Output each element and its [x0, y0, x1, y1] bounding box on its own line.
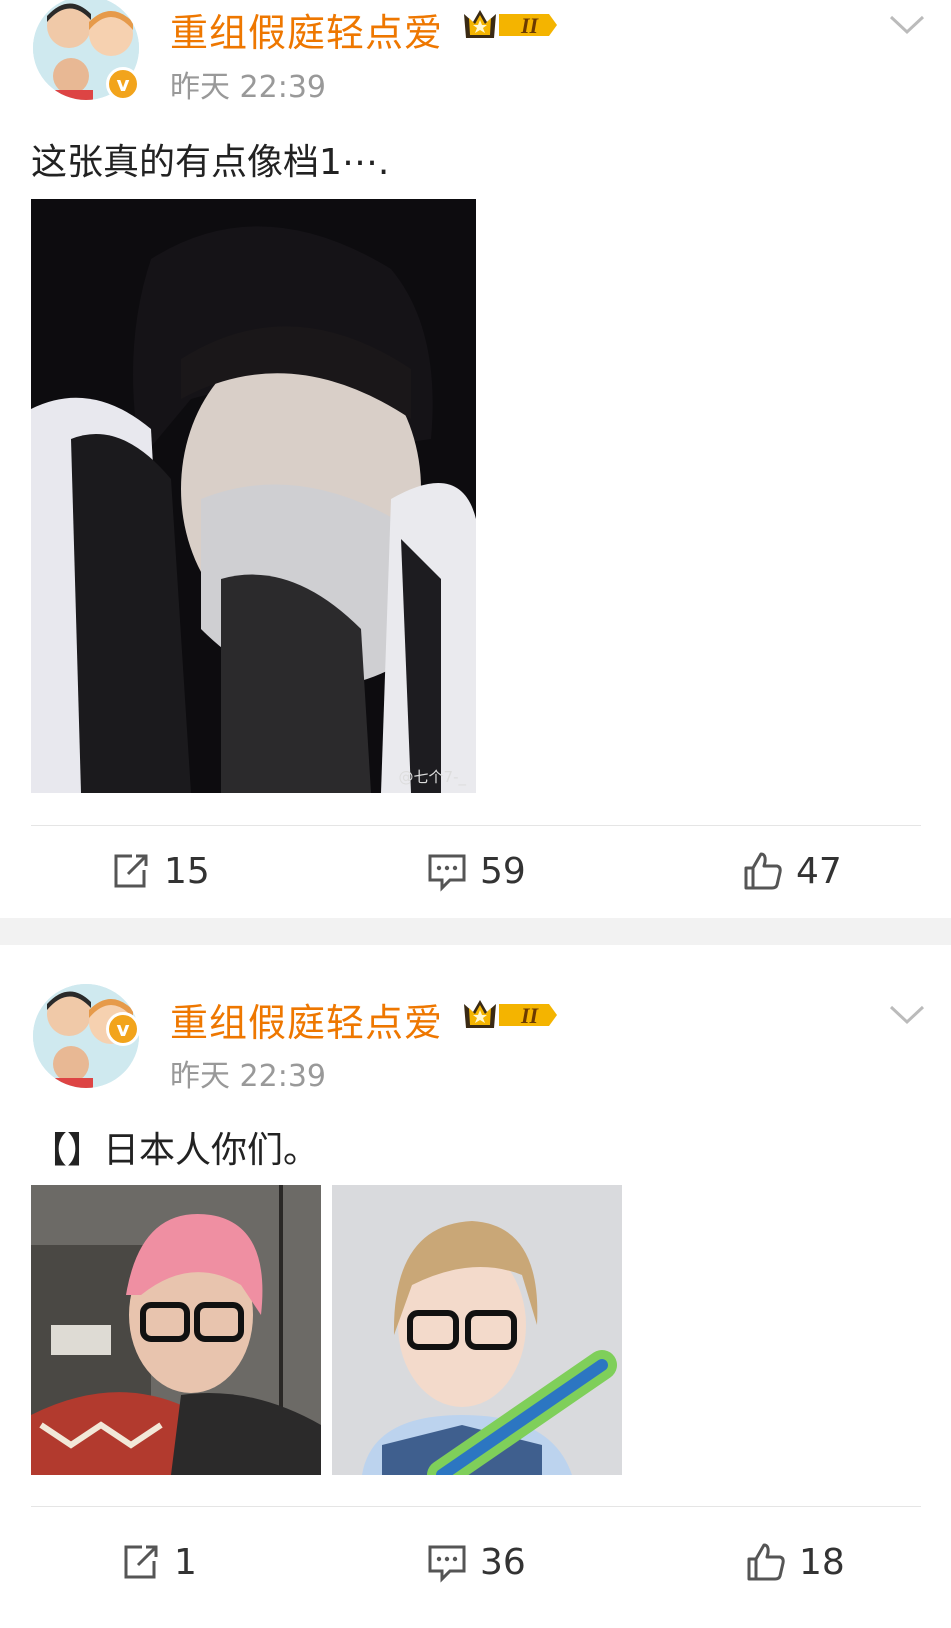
comment-count: 36 — [480, 1541, 526, 1583]
like-count: 47 — [796, 850, 842, 892]
timestamp: 昨天 22:39 — [170, 1059, 326, 1094]
verified-icon: v — [106, 1012, 140, 1046]
comment-count: 59 — [480, 850, 526, 892]
repost-count: 1 — [174, 1541, 197, 1583]
timestamp: 昨天 22:39 — [170, 70, 326, 105]
repost-icon — [124, 1545, 158, 1579]
repost-button[interactable]: 15 — [110, 850, 210, 892]
like-icon — [744, 852, 782, 890]
verified-icon: v — [106, 67, 140, 101]
chevron-down-icon[interactable] — [888, 1003, 926, 1027]
divider — [31, 1506, 921, 1507]
username[interactable]: 重组假庭轻点爱 — [170, 2, 443, 57]
comment-icon — [428, 854, 466, 892]
post-image[interactable] — [332, 1185, 622, 1475]
vip-crown-icon[interactable]: II — [461, 6, 560, 44]
repost-icon — [114, 854, 148, 888]
repost-count: 15 — [164, 850, 210, 892]
weibo-post: v 重组假庭轻点爱 II 昨天 22:39 这张真的有点像档1⋯. @七个7-_ — [0, 0, 951, 918]
divider — [31, 825, 921, 826]
post-image[interactable]: @七个7-_ — [31, 199, 476, 793]
vip-level: II — [520, 1003, 540, 1028]
comment-button[interactable]: 59 — [426, 850, 526, 892]
post-separator — [0, 918, 951, 945]
comment-icon — [428, 1545, 466, 1583]
post-text: 这张真的有点像档1⋯. — [31, 142, 390, 183]
repost-button[interactable]: 1 — [120, 1541, 197, 1583]
like-icon — [747, 1543, 785, 1581]
vip-crown-icon[interactable]: II — [461, 996, 560, 1034]
post-text: 【】日本人你们。 — [31, 1130, 320, 1171]
vip-level: II — [520, 13, 540, 38]
chevron-down-icon[interactable] — [888, 13, 926, 37]
post-image[interactable] — [31, 1185, 321, 1475]
like-count: 18 — [799, 1541, 845, 1583]
weibo-post: 重组假庭轻点爱 II 昨天 22:39 【】日本人你们。 1 36 18 — [0, 945, 951, 1628]
comment-button[interactable]: 36 — [426, 1541, 526, 1583]
like-button[interactable]: 18 — [745, 1541, 845, 1583]
image-watermark: @七个7-_ — [398, 768, 466, 786]
like-button[interactable]: 47 — [742, 850, 842, 892]
username[interactable]: 重组假庭轻点爱 — [170, 992, 443, 1047]
